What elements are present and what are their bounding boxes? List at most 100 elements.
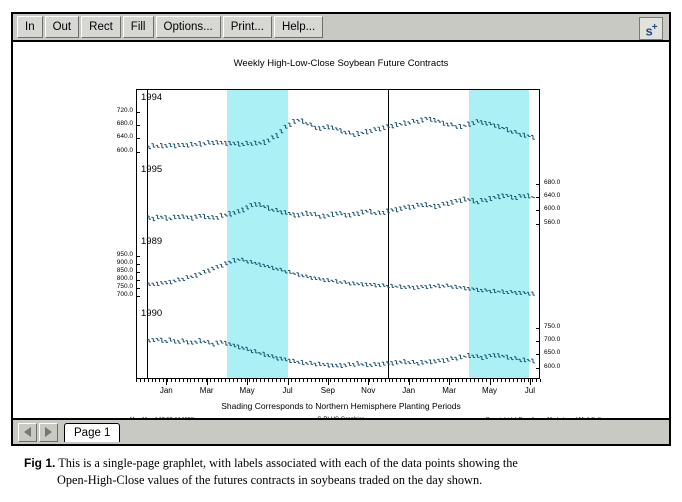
hlc-bar bbox=[258, 202, 262, 207]
x-tick-minor bbox=[213, 379, 215, 382]
help-button[interactable]: Help... bbox=[273, 16, 324, 38]
hlc-bar bbox=[202, 142, 207, 146]
hlc-bar bbox=[343, 130, 348, 135]
hlc-bar bbox=[223, 261, 228, 266]
next-page-button[interactable] bbox=[39, 422, 58, 442]
page-tab-1[interactable]: Page 1 bbox=[64, 422, 121, 442]
y-tick-mark bbox=[536, 367, 539, 369]
options-button[interactable]: Options... bbox=[155, 16, 221, 38]
x-tick-minor bbox=[462, 379, 464, 382]
zoom-in-button[interactable]: In bbox=[17, 16, 43, 38]
caption-line-1: This is a single-page graphlet, with lab… bbox=[58, 456, 518, 470]
hlc-bar bbox=[287, 269, 292, 274]
hlc-bar bbox=[172, 339, 177, 344]
x-tick-minor bbox=[155, 379, 157, 382]
hlc-bar bbox=[262, 139, 267, 146]
hlc-bar bbox=[432, 285, 437, 288]
hlc-bar bbox=[347, 362, 352, 367]
hlc-bar bbox=[228, 342, 233, 346]
hlc-bar bbox=[377, 210, 382, 215]
hlc-bar bbox=[296, 272, 301, 277]
hlc-bar bbox=[351, 133, 356, 137]
x-tick-minor bbox=[291, 379, 293, 382]
hlc-bar bbox=[159, 337, 164, 343]
y-tick-mark bbox=[536, 197, 539, 199]
hlc-bar bbox=[313, 362, 318, 367]
hlc-bar bbox=[514, 356, 518, 360]
hlc-bar bbox=[467, 352, 471, 358]
x-tick-minor bbox=[473, 379, 475, 382]
hlc-bar bbox=[223, 340, 228, 346]
hlc-bar bbox=[411, 286, 416, 290]
hlc-bar bbox=[334, 127, 339, 131]
y-tick-mark bbox=[137, 287, 140, 289]
hlc-bar bbox=[151, 338, 156, 343]
hlc-bar bbox=[206, 340, 211, 345]
hlc-bar bbox=[432, 118, 437, 123]
x-tick-minor bbox=[322, 379, 324, 382]
hlc-bar bbox=[279, 267, 284, 272]
x-tick-minor bbox=[338, 379, 339, 382]
hlc-bar bbox=[258, 352, 262, 355]
rect-button[interactable]: Rect bbox=[81, 16, 121, 38]
x-tick-minor bbox=[470, 379, 472, 382]
y-tick-1994-600.0: 600.0 bbox=[116, 146, 133, 154]
print-button[interactable]: Print... bbox=[222, 16, 272, 38]
x-tick-minor bbox=[349, 379, 351, 382]
x-tick-minor bbox=[299, 379, 301, 382]
hlc-bar bbox=[215, 340, 220, 345]
hlc-bar bbox=[522, 291, 527, 294]
hlc-bar bbox=[479, 288, 484, 293]
x-tick-minor bbox=[310, 379, 312, 382]
x-tick-minor bbox=[330, 379, 332, 382]
hlc-bar bbox=[501, 193, 506, 198]
y-tick-mark bbox=[137, 279, 140, 281]
x-tick-minor bbox=[233, 379, 235, 382]
hlc-bar bbox=[522, 132, 527, 138]
hlc-bar bbox=[518, 290, 523, 295]
y-tick-1989-850.0: 850.0 bbox=[116, 266, 133, 274]
fill-button[interactable]: Fill bbox=[122, 16, 154, 38]
x-tick-minor bbox=[147, 379, 149, 382]
hlc-bar bbox=[206, 268, 211, 273]
y-tick-mark bbox=[536, 223, 539, 225]
x-tick-minor bbox=[174, 379, 176, 382]
hlc-bar bbox=[177, 214, 181, 220]
hlc-bar bbox=[198, 338, 203, 344]
plot-area[interactable] bbox=[136, 89, 540, 379]
y-tick-1989-800.0: 800.0 bbox=[116, 274, 133, 282]
x-tick-minor bbox=[536, 379, 538, 382]
prev-page-button[interactable] bbox=[18, 422, 37, 442]
zoom-out-button[interactable]: Out bbox=[44, 16, 80, 38]
x-tick-minor bbox=[446, 379, 448, 382]
hlc-bar bbox=[381, 361, 386, 366]
hlc-bar bbox=[398, 284, 403, 289]
x-tick-minor bbox=[275, 379, 277, 382]
x-tick-minor bbox=[520, 379, 522, 382]
graph-sheet[interactable]: Weekly High-Low-Close Soybean Future Con… bbox=[13, 42, 669, 418]
y-tick-mark bbox=[137, 111, 140, 113]
x-tick-minor bbox=[516, 379, 518, 382]
hlc-bar bbox=[322, 278, 326, 283]
x-tick-minor bbox=[384, 379, 386, 382]
hlc-bar bbox=[471, 287, 476, 291]
x-tick-minor bbox=[388, 379, 390, 382]
hlc-bar bbox=[296, 119, 301, 122]
y-tick-1990-750.0: 750.0 bbox=[544, 322, 561, 330]
hlc-bar bbox=[172, 143, 177, 149]
hlc-bar bbox=[454, 199, 459, 203]
hlc-bar bbox=[270, 354, 275, 359]
x-tick-minor bbox=[396, 379, 398, 382]
hlc-bar bbox=[411, 204, 416, 209]
x-tick-minor bbox=[427, 379, 429, 382]
hlc-bar bbox=[151, 216, 156, 222]
hlc-bar bbox=[330, 279, 335, 283]
hlc-bar bbox=[462, 196, 467, 202]
hlc-bar bbox=[475, 200, 480, 205]
hlc-bar bbox=[304, 362, 309, 365]
y-tick-mark bbox=[137, 255, 140, 257]
x-tick-minor bbox=[466, 379, 468, 382]
hlc-bar bbox=[147, 282, 151, 286]
hlc-bar bbox=[526, 134, 531, 138]
hlc-bar bbox=[322, 125, 326, 130]
